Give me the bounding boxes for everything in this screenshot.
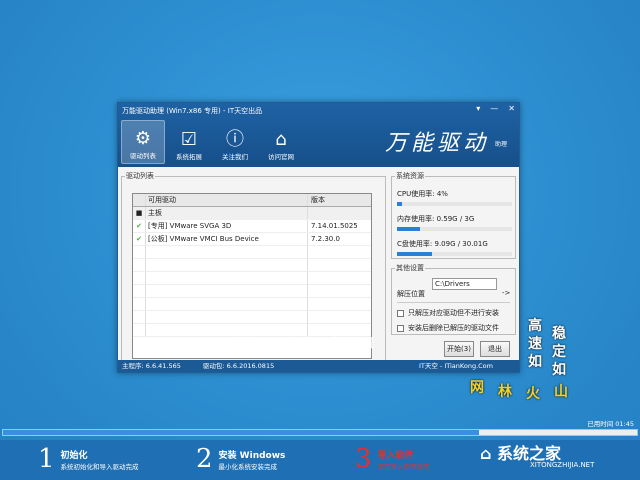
install-progress-bar xyxy=(2,429,638,436)
step-3: 3 导入软件 正在导入应用程序 xyxy=(355,444,430,474)
system-resources-group: 系统资源 CPU使用率: 4% 内存使用率: 0.59G / 3G C盘使用率:… xyxy=(391,171,516,259)
tab-follow-us[interactable]: ⓘ 关注我们 xyxy=(213,120,257,164)
check-icon: ✔ xyxy=(133,220,146,232)
tab-label: 驱动列表 xyxy=(130,152,156,160)
driver-version: 7.2.30.0 xyxy=(311,235,340,243)
group-legend: 驱动列表 xyxy=(126,172,154,180)
brand-sub: 助理 xyxy=(494,141,507,148)
step-title: 初始化 xyxy=(60,450,88,461)
step-sub: 正在导入应用程序 xyxy=(377,462,430,471)
setup-status-text: 安装程序正在应用系统设置 xyxy=(230,336,375,350)
path-input[interactable]: C:\Drivers xyxy=(432,278,497,290)
gears-icon: ⚙ xyxy=(134,128,152,149)
tab-label: 系统拓展 xyxy=(176,153,202,161)
tab-website[interactable]: ⌂ 访问官网 xyxy=(259,120,303,164)
col-version[interactable]: 版本 xyxy=(308,194,325,206)
mem-label: 内存使用率: xyxy=(397,215,435,223)
cpu-label: CPU使用率: xyxy=(397,190,435,198)
step-number: 2 xyxy=(196,444,213,474)
driver-name: [专用] VMware SVGA 3D xyxy=(146,220,308,232)
step-number: 3 xyxy=(355,444,372,474)
home-icon: ⌂ xyxy=(275,129,287,150)
path-label: 解压位置 xyxy=(397,290,425,298)
group-legend: 其他设置 xyxy=(396,264,424,272)
window-title: 万能驱动助理 (Win7.x86 专用) - IT天空出品 xyxy=(122,107,263,115)
monitor-check-icon: ☑ xyxy=(180,129,198,150)
brand-logo: 万能驱动 xyxy=(384,131,489,156)
info-icon: ⓘ xyxy=(226,129,244,150)
disk-bar xyxy=(397,252,512,256)
disk-label: C盘使用率: xyxy=(397,240,433,248)
col-driver[interactable]: 可用驱动 xyxy=(146,194,308,206)
tab-label: 关注我们 xyxy=(222,153,248,161)
tab-label: 访问官网 xyxy=(268,153,294,161)
step-sub: 系统初始化和导入驱动完成 xyxy=(60,462,139,471)
table-row[interactable]: ✔ [公板] VMware VMCI Bus Device 7.2.30.0 xyxy=(133,233,371,246)
browse-button[interactable]: -> xyxy=(502,289,510,297)
driver-name: [公板] VMware VMCI Bus Device xyxy=(146,233,308,245)
elapsed-time: 已用时间 01:45 xyxy=(587,420,634,428)
step-title: 安装 Windows xyxy=(218,450,286,461)
main-version: 主程序: 6.6.41.565 xyxy=(122,362,181,370)
header: 万能驱动助理 (Win7.x86 专用) - IT天空出品 ▾ — ✕ ⚙ 驱动列… xyxy=(118,103,519,167)
cpu-bar xyxy=(397,202,512,206)
watermark-sub: XITONGZHIJIA.NET xyxy=(530,461,595,469)
disk-value: 9.09G / 30.01G xyxy=(434,240,488,248)
step-sub: 最小化系统安装完成 xyxy=(218,462,278,471)
table-row[interactable]: ✔ [专用] VMware SVGA 3D 7.14.01.5025 xyxy=(133,220,371,233)
cpu-value: 4% xyxy=(436,190,448,198)
step-2: 2 安装 Windows 最小化系统安装完成 xyxy=(196,444,285,474)
promo-logo: 高速如 稳定如 网林火山 xyxy=(470,318,568,402)
minimize-icon[interactable]: — xyxy=(490,104,498,113)
pack-version: 驱动包: 6.6.2016.0815 xyxy=(202,362,275,370)
close-icon[interactable]: ✕ xyxy=(508,104,515,113)
step-number: 1 xyxy=(38,444,55,474)
step-1: 1 初始化 系统初始化和导入驱动完成 xyxy=(38,444,139,474)
collapse-icon[interactable]: ■ xyxy=(133,207,146,219)
check-icon: ✔ xyxy=(133,233,146,245)
mem-value: 0.59G / 3G xyxy=(436,215,475,223)
house-icon: ⌂ xyxy=(480,444,492,463)
status-bar: 主程序: 6.6.41.565 驱动包: 6.6.2016.0815 IT天空 -… xyxy=(118,360,519,372)
list-group-row[interactable]: ■ 主板 xyxy=(133,207,371,220)
driver-version: 7.14.01.5025 xyxy=(311,222,358,230)
group-legend: 系统资源 xyxy=(396,172,424,180)
tab-system-extend[interactable]: ☑ 系统拓展 xyxy=(167,120,211,164)
mem-bar xyxy=(397,227,512,231)
tab-driver-list[interactable]: ⚙ 驱动列表 xyxy=(121,120,165,164)
menu-icon[interactable]: ▾ xyxy=(476,104,480,113)
step-title: 导入软件 xyxy=(377,450,414,461)
group-name: 主板 xyxy=(146,207,308,219)
